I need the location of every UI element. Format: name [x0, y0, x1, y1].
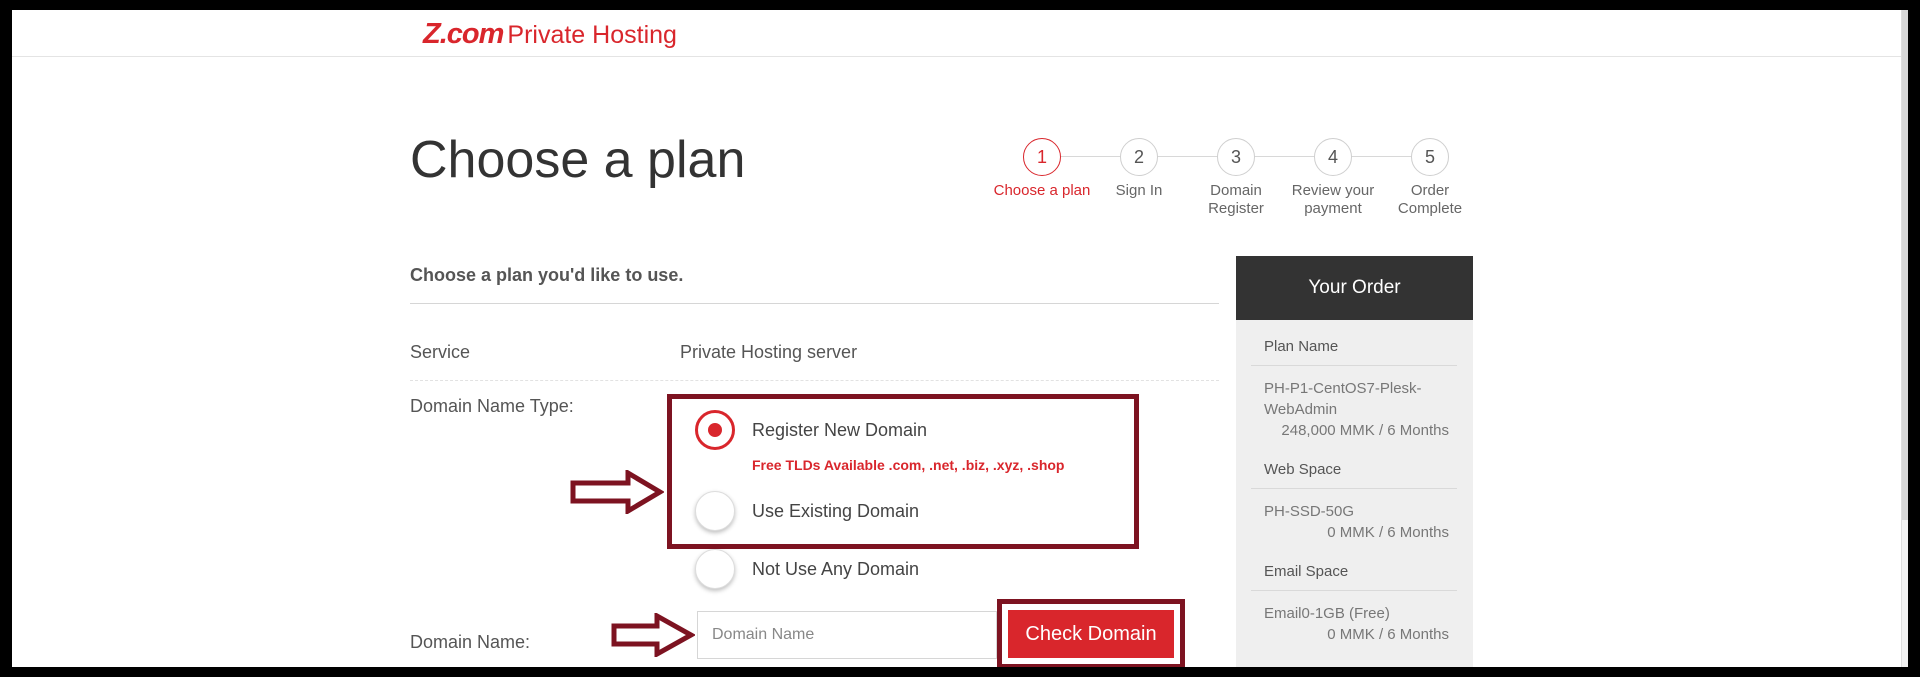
- service-label: Service: [410, 342, 471, 362]
- step-number: 5: [1411, 138, 1449, 176]
- radio-label: Use Existing Domain: [752, 500, 920, 521]
- annotation-arrow-icon: [611, 613, 695, 657]
- order-item-name: Email0-1GB (Free): [1264, 605, 1390, 622]
- step-order-complete: 5 Order Complete: [1380, 129, 1480, 218]
- free-tld-note: Free TLDs Available .com, .net, .biz, .x…: [752, 457, 1065, 473]
- step-label: Choose a plan: [993, 182, 1091, 199]
- order-section-title: Plan Name: [1251, 320, 1457, 366]
- order-item-name: PH-SSD-50G: [1264, 503, 1355, 520]
- step-label: Domain Register: [1208, 182, 1264, 217]
- step-domain-register: 3 Domain Register: [1186, 129, 1286, 218]
- order-item-name: PH-P1-CentOS7-Plesk-WebAdmin: [1264, 380, 1422, 418]
- progress-steps: 1 Choose a plan 2 Sign In 3 Domain Regis…: [992, 129, 1472, 219]
- scrollbar-thumb[interactable]: [1902, 10, 1908, 520]
- step-number: 3: [1217, 138, 1255, 176]
- step-label: Review your payment: [1291, 182, 1375, 217]
- order-webspace-section: Web Space PH-SSD-50G 0 MMK / 6 Months: [1251, 443, 1457, 543]
- divider: [410, 303, 1219, 304]
- step-choose-plan: 1 Choose a plan: [992, 129, 1092, 200]
- step-label: Sign In: [1115, 182, 1163, 199]
- order-item-price: 0 MMK / 6 Months: [1327, 626, 1449, 643]
- radio-label: Register New Domain: [752, 419, 928, 440]
- zcom-logo[interactable]: Z.com Private Hosting: [423, 18, 677, 51]
- order-section-title: Email Space: [1251, 545, 1457, 591]
- step-label: Order Complete: [1397, 182, 1463, 217]
- domain-name-label: Domain Name:: [410, 632, 531, 652]
- step-number: 4: [1314, 138, 1352, 176]
- check-domain-button[interactable]: Check Domain: [1008, 610, 1174, 658]
- radio-button[interactable]: [695, 549, 735, 589]
- site-header: Z.com Private Hosting: [12, 10, 1902, 57]
- radio-register-new-domain[interactable]: Register New Domain: [695, 410, 927, 450]
- logo-text: Private Hosting: [507, 21, 677, 49]
- step-sign-in: 2 Sign In: [1089, 129, 1189, 200]
- domain-type-label: Domain Name Type:: [410, 396, 574, 416]
- order-item-price: 0 MMK / 6 Months: [1327, 524, 1449, 541]
- service-value: Private Hosting server: [680, 342, 858, 362]
- order-summary-title: Your Order: [1236, 256, 1473, 320]
- domain-name-input[interactable]: [697, 611, 997, 659]
- order-plan-section: Plan Name PH-P1-CentOS7-Plesk-WebAdmin 2…: [1251, 320, 1457, 441]
- page-title: Choose a plan: [410, 131, 746, 189]
- radio-label: Not Use Any Domain: [752, 558, 920, 579]
- vertical-scrollbar[interactable]: [1901, 10, 1908, 667]
- browser-viewport: Z.com Private Hosting Choose a plan 1 Ch…: [12, 10, 1908, 667]
- step-review-payment: 4 Review your payment: [1283, 129, 1383, 218]
- logo-mark: Z.com: [423, 18, 504, 50]
- step-number: 1: [1023, 138, 1061, 176]
- radio-not-use-any-domain[interactable]: Not Use Any Domain: [695, 549, 919, 589]
- radio-use-existing-domain[interactable]: Use Existing Domain: [695, 491, 919, 531]
- order-summary-panel: Your Order Plan Name PH-P1-CentOS7-Plesk…: [1236, 256, 1473, 667]
- section-subtitle: Choose a plan you'd like to use.: [410, 265, 684, 285]
- divider: [410, 380, 1219, 381]
- annotation-arrow-icon: [570, 470, 664, 514]
- order-item-price: 248,000 MMK / 6 Months: [1281, 422, 1449, 439]
- radio-button-checked[interactable]: [695, 410, 735, 450]
- order-emailspace-section: Email Space Email0-1GB (Free) 0 MMK / 6 …: [1251, 545, 1457, 645]
- step-number: 2: [1120, 138, 1158, 176]
- order-section-title: Web Space: [1251, 443, 1457, 489]
- radio-button[interactable]: [695, 491, 735, 531]
